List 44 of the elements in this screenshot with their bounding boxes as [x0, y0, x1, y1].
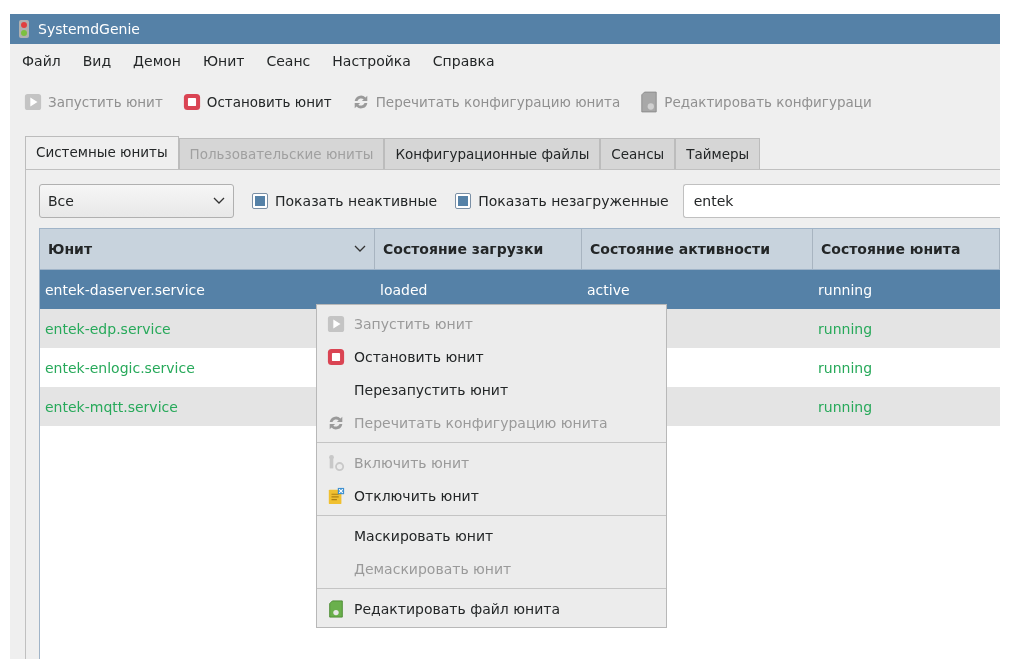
table-cell-text: running: [817, 281, 874, 298]
traffic-light-icon: [18, 20, 30, 38]
play-icon: [327, 314, 345, 333]
stop-icon: [327, 347, 345, 366]
context-menu-item[interactable]: Редактировать файл юнита: [317, 592, 666, 625]
column-header[interactable]: Состояние юнита: [813, 229, 1000, 269]
document-icon: [327, 486, 345, 505]
context-menu-item[interactable]: Отключить юнит: [317, 479, 666, 512]
context-menu-item[interactable]: Остановить юнит: [317, 340, 666, 373]
key-icon: [327, 453, 345, 472]
column-header[interactable]: Состояние активности: [582, 229, 813, 269]
toolbar-button[interactable]: Остановить юнит: [182, 93, 332, 111]
menu-item[interactable]: Демон: [123, 50, 193, 72]
context-menu-item[interactable]: Перезапустить юнит: [317, 373, 666, 406]
tab[interactable]: Системные юниты: [25, 136, 179, 169]
column-header[interactable]: Состояние загрузки: [375, 229, 582, 269]
checkbox[interactable]: Показать неактивные: [252, 193, 438, 209]
checkbox[interactable]: Показать незагруженные: [455, 193, 669, 209]
tab[interactable]: Сеансы: [600, 138, 676, 169]
menu-item[interactable]: Справка: [422, 50, 507, 72]
table-cell-text: running: [817, 398, 874, 415]
chevron-down-icon: [213, 197, 225, 205]
table-cell-text: running: [817, 320, 874, 337]
file-icon: [327, 599, 345, 618]
menu-item[interactable]: Файл: [12, 50, 73, 72]
table-cell[interactable]: entek-daserver.service: [40, 281, 210, 298]
table-cell-text: loaded: [379, 281, 429, 298]
filter-dropdown[interactable]: Все: [39, 184, 234, 218]
menu-item[interactable]: Настройка: [322, 50, 423, 72]
table-cell-text: active: [586, 281, 631, 298]
column-header[interactable]: Юнит: [40, 229, 375, 269]
tab[interactable]: Конфигурационные файлы: [384, 138, 601, 169]
search-field[interactable]: entek: [682, 184, 1000, 218]
play-icon: [24, 93, 42, 111]
tab[interactable]: Таймеры: [675, 138, 761, 169]
table-cell-text: running: [817, 359, 874, 376]
window-title: SystemdGenie: [38, 21, 140, 37]
menu-item[interactable]: Вид: [72, 50, 124, 72]
context-menu-item[interactable]: Маскировать юнит: [317, 519, 666, 552]
file-icon: [640, 91, 659, 113]
menu-item[interactable]: Сеанс: [256, 50, 323, 72]
sort-caret-icon: [354, 245, 366, 253]
menu-item[interactable]: Юнит: [192, 50, 257, 72]
stop-icon: [182, 93, 201, 111]
